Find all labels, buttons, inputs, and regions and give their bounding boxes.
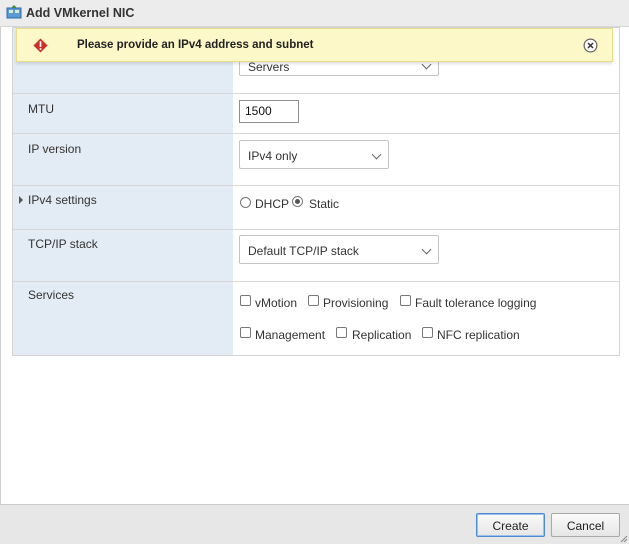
dialog-footer: Create Cancel [0,504,629,544]
fault-tolerance-label[interactable]: Fault tolerance logging [415,296,536,310]
cancel-button[interactable]: Cancel [551,513,620,537]
vmotion-label[interactable]: vMotion [255,296,297,310]
mtu-label: MTU [28,102,54,116]
dialog-content: Servers MTU 1500 IP version IPv4 only IP… [0,27,629,504]
vmkernel-nic-icon [6,5,22,19]
portgroup-value: Servers [248,60,290,74]
create-button[interactable]: Create [476,513,545,537]
nfc-replication-label[interactable]: NFC replication [437,328,520,342]
tcpip-stack-row: TCP/IP stack Default TCP/IP stack [13,230,619,282]
ip-version-value: IPv4 only [248,149,298,163]
validation-banner: Please provide an IPv4 address and subne… [16,28,613,62]
dialog-titlebar: Add VMkernel NIC [0,0,629,27]
static-radio[interactable] [292,196,303,207]
vmotion-checkbox[interactable] [240,295,251,306]
chevron-down-icon [421,244,432,255]
provisioning-label[interactable]: Provisioning [323,296,388,310]
banner-message: Please provide an IPv4 address and subne… [77,39,314,51]
settings-form: Servers MTU 1500 IP version IPv4 only IP… [12,27,620,356]
ip-version-select[interactable]: IPv4 only [239,140,389,169]
provisioning-checkbox[interactable] [308,295,319,306]
tcpip-stack-label: TCP/IP stack [28,237,98,251]
services-label: Services [28,288,75,302]
dhcp-radio[interactable] [240,197,251,208]
replication-checkbox[interactable] [336,327,347,338]
replication-label[interactable]: Replication [352,328,411,342]
expand-caret-icon[interactable] [19,196,23,204]
ip-version-label: IP version [28,142,82,156]
fault-tolerance-checkbox[interactable] [400,295,411,306]
ipv4-settings-row: IPv4 settings DHCP Static [13,186,619,230]
ipv4-settings-label[interactable]: IPv4 settings [28,193,97,207]
tcpip-stack-select[interactable]: Default TCP/IP stack [239,235,439,264]
tcpip-stack-value: Default TCP/IP stack [248,244,359,258]
management-checkbox[interactable] [240,327,251,338]
close-icon[interactable] [583,38,598,53]
chevron-down-icon [371,149,382,160]
nfc-replication-checkbox[interactable] [422,327,433,338]
management-label[interactable]: Management [255,328,325,342]
dhcp-label[interactable]: DHCP [255,197,289,211]
ip-version-row: IP version IPv4 only [13,134,619,186]
mtu-row: MTU 1500 [13,94,619,134]
resize-grip-icon[interactable] [620,535,628,543]
mtu-input[interactable]: 1500 [239,100,299,123]
dialog-title: Add VMkernel NIC [26,6,135,20]
static-label[interactable]: Static [309,197,339,211]
services-row: Services vMotion Provisioning Fault tole… [13,282,619,355]
warning-icon [33,38,48,53]
